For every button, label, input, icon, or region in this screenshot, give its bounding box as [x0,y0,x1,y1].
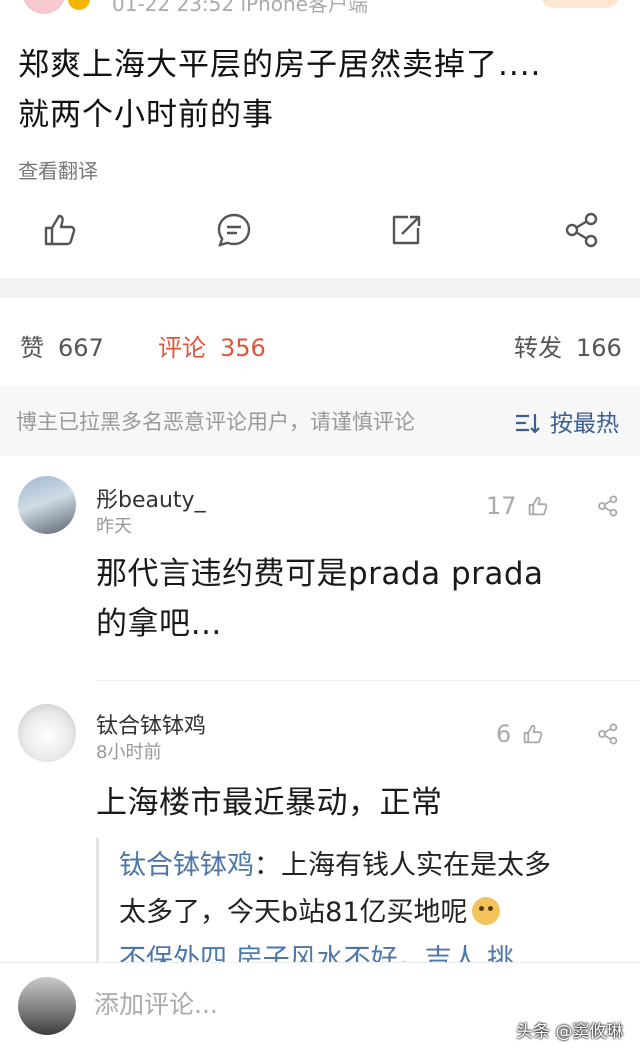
stats-tabs: 赞 667 评论 356 转发 166 [0,298,640,386]
thumbs-up-icon [523,724,543,744]
reply-content: 钛合钵钵鸡：上海有钱人实在是太多 太多了，今天b站81亿买地呢 不保外四 房子风… [119,842,609,968]
repost-button[interactable] [386,210,426,250]
tab-likes-count: 667 [58,334,104,362]
reply-thread[interactable]: 钛合钵钵鸡：上海有钱人实在是太多 太多了，今天b站81亿买地呢 不保外四 房子风… [96,838,619,968]
tab-comments-label: 评论 [158,334,206,362]
sort-icon [514,412,540,440]
comment-text-line: 那代言违约费可是prada prada [96,556,544,592]
tab-likes[interactable]: 赞 667 [20,328,104,363]
comment-bubble-icon [217,213,251,247]
comment-share-button[interactable] [596,494,620,522]
avatar[interactable] [18,977,76,1035]
post-text-line: 就两个小时前的事 [18,97,274,133]
verified-badge-icon [68,0,90,10]
comment-divider [96,680,640,681]
comment-text: 那代言违约费可是prada prada 的拿吧… [96,549,616,649]
avatar[interactable] [18,704,76,762]
comment-button[interactable] [214,210,254,250]
share-button[interactable] [562,210,602,250]
comment-time: 昨天 [96,516,132,537]
tab-reposts-count: 166 [576,334,622,362]
comment-like-button[interactable]: 6 [496,720,545,748]
post-meta-row: 01-22 23:52 iPhone客户端 [0,0,640,14]
tab-comments-count: 356 [220,334,266,362]
reply-text: ：上海有钱人实在是太多 [254,850,551,881]
sort-hot-button[interactable]: 按最热 [514,404,619,440]
tab-reposts-label: 转发 [514,334,562,362]
avatar[interactable] [18,476,76,534]
tab-likes-label: 赞 [20,334,44,362]
thumbs-up-icon [528,496,548,516]
comment-text-line: 的拿吧… [96,606,222,642]
comment-like-count: 17 [486,492,517,520]
author-avatar[interactable] [22,0,66,14]
comment-author[interactable]: 钛合钵钵鸡 [96,708,206,740]
comment-composer: 添加评论... 头条 @窦攸琳 [0,962,640,1052]
post-text: 郑爽上海大平层的房子居然卖掉了.... 就两个小时前的事 [18,40,628,140]
tab-comments[interactable]: 评论 356 [158,328,266,363]
post-text-line: 郑爽上海大平层的房子居然卖掉了.... [18,47,542,83]
watermark: 头条 @窦攸琳 [516,1022,624,1042]
follow-button[interactable] [540,0,620,8]
like-button[interactable] [40,210,80,250]
reply-author[interactable]: 钛合钵钵鸡 [119,850,254,881]
comment-author[interactable]: 彤beauty_ [96,482,206,514]
tab-reposts[interactable]: 转发 166 [514,328,622,363]
share-icon [598,495,618,517]
translate-link[interactable]: 查看翻译 [18,155,98,184]
sort-label: 按最热 [550,411,619,437]
comment-share-button[interactable] [596,722,620,750]
doge-emoji-icon [471,897,500,925]
comment-like-count: 6 [496,720,512,748]
reply-line: 太多了，今天b站81亿买地呢 [119,889,609,936]
comment-time: 8小时前 [96,742,162,763]
section-divider [0,278,640,298]
comment-input[interactable]: 添加评论... [94,985,218,1021]
comment-notice-bar: 博主已拉黑多名恶意评论用户，请谨慎评论 按最热 [0,386,640,456]
repost-icon [392,215,421,245]
thumbs-up-icon [44,214,76,246]
post-time-source: 01-22 23:52 iPhone客户端 [112,0,368,14]
comment-notice-text: 博主已拉黑多名恶意评论用户，请谨慎评论 [16,410,415,434]
share-icon [598,723,618,745]
share-icon [565,212,598,248]
reply-line: 钛合钵钵鸡：上海有钱人实在是太多 [119,842,609,889]
comment-text: 上海楼市最近暴动，正常 [96,785,443,821]
comment-like-button[interactable]: 17 [486,492,550,520]
reply-text: 太多了，今天b站81亿买地呢 [119,897,468,928]
